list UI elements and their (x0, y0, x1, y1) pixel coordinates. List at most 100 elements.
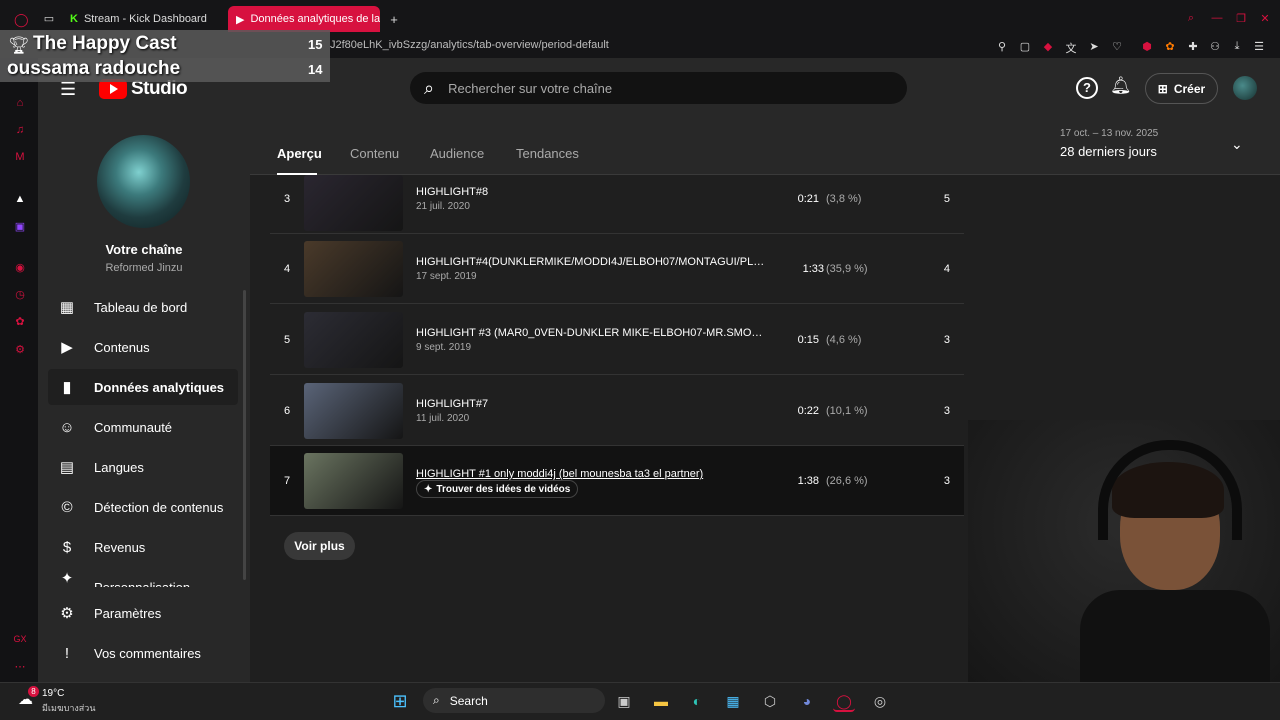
search-input[interactable]: ⌕ Rechercher sur votre chaîne (410, 72, 907, 104)
tab-contenu[interactable]: Contenu (350, 146, 399, 161)
video-thumbnail[interactable] (304, 241, 403, 297)
sidebar-settings-icon[interactable]: ⚙ (12, 343, 28, 356)
feedback-icon: ! (64, 644, 70, 662)
nav-item-copyright[interactable]: © Détection de contenus (48, 489, 238, 525)
sidebar-player-icon[interactable]: ◉ (12, 261, 28, 274)
search-icon: ⌕ (433, 693, 440, 707)
video-watch-percent: (35,9 %) (826, 263, 868, 275)
nav-scrollbar[interactable] (243, 290, 246, 580)
video-thumbnail[interactable] (304, 312, 403, 368)
find-ideas-button[interactable]: ✦ Trouver des idées de vidéos (416, 480, 579, 498)
tab-apercu[interactable]: Aperçu (277, 146, 322, 161)
nav-item-personnalisation[interactable]: ✦Personnalisation (48, 569, 238, 587)
video-thumbnail[interactable] (304, 175, 403, 231)
weather-temp: 19°C (42, 688, 65, 699)
sidebar-extensions-icon[interactable]: ✿ (12, 315, 28, 328)
snapshot-icon[interactable]: ▢ (1018, 40, 1032, 53)
sidebar-history-icon[interactable]: ◷ (12, 288, 28, 301)
nav-item-subtitles[interactable]: ▤ Langues (48, 449, 238, 485)
table-row[interactable]: 7 HIGHLIGHT #1 only moddi4j (bel mounesba… (270, 446, 964, 516)
video-thumbnail[interactable] (304, 453, 403, 509)
sidebar-kick-icon[interactable]: ▲ (12, 193, 28, 205)
task-view-icon[interactable]: ▣ (613, 690, 635, 712)
opera-gx-icon[interactable]: ◯ (833, 690, 855, 712)
video-title[interactable]: HIGHLIGHT #1 only moddi4j (bel mounesba … (416, 468, 766, 480)
sidebar-more-icon[interactable]: ⋯ (12, 660, 28, 673)
period-label[interactable]: 28 derniers jours (1060, 144, 1157, 159)
nav-item-feedback[interactable]: ! Vos commentaires (48, 635, 238, 671)
download-icon[interactable]: ⤓ (1230, 40, 1244, 53)
account-avatar[interactable] (1233, 76, 1257, 100)
translate-icon[interactable]: 文 (1064, 40, 1078, 56)
tab-audience[interactable]: Audience (430, 146, 484, 161)
dashboard-icon: ▦ (59, 299, 75, 316)
tab-kick-dashboard[interactable]: K Stream - Kick Dashboard (70, 8, 220, 30)
table-row[interactable]: 5 HIGHLIGHT #3 (MAR0_0VEN-DUNKLER MIKE-EL… (270, 305, 964, 375)
url-text[interactable]: J2f80eLhK_ivbSzzg/analytics/tab-overview… (330, 39, 609, 51)
sidebar-twitch-icon[interactable]: ▣ (12, 220, 28, 233)
nav-item-dollar[interactable]: $ Revenus (48, 529, 238, 565)
maximize-icon[interactable]: ❐ (1234, 12, 1248, 25)
windows-start-icon[interactable]: ⊞ (389, 690, 411, 712)
heart-icon[interactable]: ♡ (1110, 40, 1124, 53)
table-row[interactable]: 6 HIGHLIGHT#7 11 juil. 2020 0:22 (10,1 %) 3 (270, 376, 964, 446)
send-icon[interactable]: ➤ (1087, 40, 1101, 53)
video-title[interactable]: HIGHLIGHT#4(DUNKLERMIKE/MODDI4J/ELBOH07/… (416, 256, 766, 268)
weather-desc: มีเมฆบางส่วน (42, 703, 96, 713)
tab-analytics[interactable]: ▶ Données analytiques de la (228, 6, 380, 32)
search-tabs-icon[interactable]: ⌕ (1184, 12, 1198, 25)
table-row[interactable]: 4 HIGHLIGHT#4(DUNKLERMIKE/MODDI4J/ELBOH07… (270, 234, 964, 304)
shield-icon[interactable]: ◆ (1041, 40, 1055, 53)
app-icon[interactable]: ⬡ (759, 690, 781, 712)
chevron-down-icon[interactable]: ⌄ (1231, 136, 1243, 153)
settings-icon: ⚙ (60, 605, 74, 622)
discord-icon[interactable]: ◕ (796, 690, 818, 712)
video-views-count: 4 (943, 263, 950, 275)
puzzle-icon[interactable]: ✚ (1186, 40, 1200, 53)
taskbar-search[interactable]: ⌕ Search (423, 688, 605, 713)
video-watch-percent: (10,1 %) (826, 405, 868, 417)
nav-item-analytics[interactable]: ▮ Données analytiques (48, 369, 238, 405)
video-title[interactable]: HIGHLIGHT#7 (416, 398, 766, 410)
opera-icon[interactable]: ◯ (14, 12, 29, 28)
minimize-icon[interactable]: — (1210, 12, 1224, 24)
video-date: 9 sept. 2019 (416, 342, 472, 353)
sidebar-music-icon[interactable]: ♫ (12, 124, 28, 136)
close-window-icon[interactable]: ✕ (1258, 12, 1272, 25)
video-title[interactable]: HIGHLIGHT #3 (MAR0_0VEN-DUNKLER MIKE-ELB… (416, 327, 766, 339)
file-explorer-icon[interactable]: ▬ (650, 690, 672, 712)
period-range[interactable]: 17 oct. – 13 nov. 2025 (1060, 128, 1158, 139)
hamburger-menu-icon[interactable]: ☰ (60, 80, 76, 98)
community-icon: ☺ (59, 418, 75, 436)
see-more-button[interactable]: Voir plus (284, 532, 355, 560)
leaderboard-name: oussama radouche (7, 58, 181, 79)
channel-avatar[interactable] (97, 135, 190, 228)
nav-item-settings[interactable]: ⚙ Paramètres (48, 595, 238, 631)
pin-icon[interactable]: ⚲ (995, 40, 1009, 53)
sidebar-gx-icon[interactable]: GX (12, 634, 28, 644)
analytics-icon: ▮ (62, 379, 72, 396)
subtitles-icon: ▤ (59, 459, 75, 476)
notifications-bell-icon[interactable]: 🔔︎ (1110, 76, 1132, 96)
help-icon[interactable]: ? (1076, 77, 1098, 99)
video-views-count: 3 (943, 334, 950, 346)
extension-icon[interactable]: ✿ (1163, 40, 1177, 53)
store-icon[interactable]: ▦ (722, 690, 744, 712)
tab-menu-icon[interactable]: ▭ (42, 12, 56, 25)
create-button[interactable]: ⊞ Créer (1145, 73, 1218, 104)
profile-icon[interactable]: ⚇ (1208, 40, 1222, 53)
video-thumbnail[interactable] (304, 383, 403, 439)
edge-icon[interactable]: ◐ (686, 690, 708, 712)
nav-item-content[interactable]: ▶ Contenus (48, 329, 238, 365)
video-title[interactable]: HIGHLIGHT#8 (416, 186, 766, 198)
adblock-icon[interactable]: ⬢ (1140, 40, 1154, 53)
nav-item-community[interactable]: ☺ Communauté (48, 409, 238, 445)
obs-icon[interactable]: ◎ (869, 690, 891, 712)
browser-menu-icon[interactable]: ☰ (1252, 40, 1266, 53)
nav-item-dashboard[interactable]: ▦ Tableau de bord (48, 289, 238, 325)
new-tab-button[interactable]: + (387, 12, 401, 27)
sidebar-app-icon[interactable]: ⌂ (12, 97, 28, 109)
sidebar-mail-icon[interactable]: M (12, 151, 28, 163)
table-row[interactable]: 3 HIGHLIGHT#8 21 juil. 2020 0:21 (3,8 %) 5 (270, 164, 964, 234)
tab-tendances[interactable]: Tendances (516, 146, 579, 161)
